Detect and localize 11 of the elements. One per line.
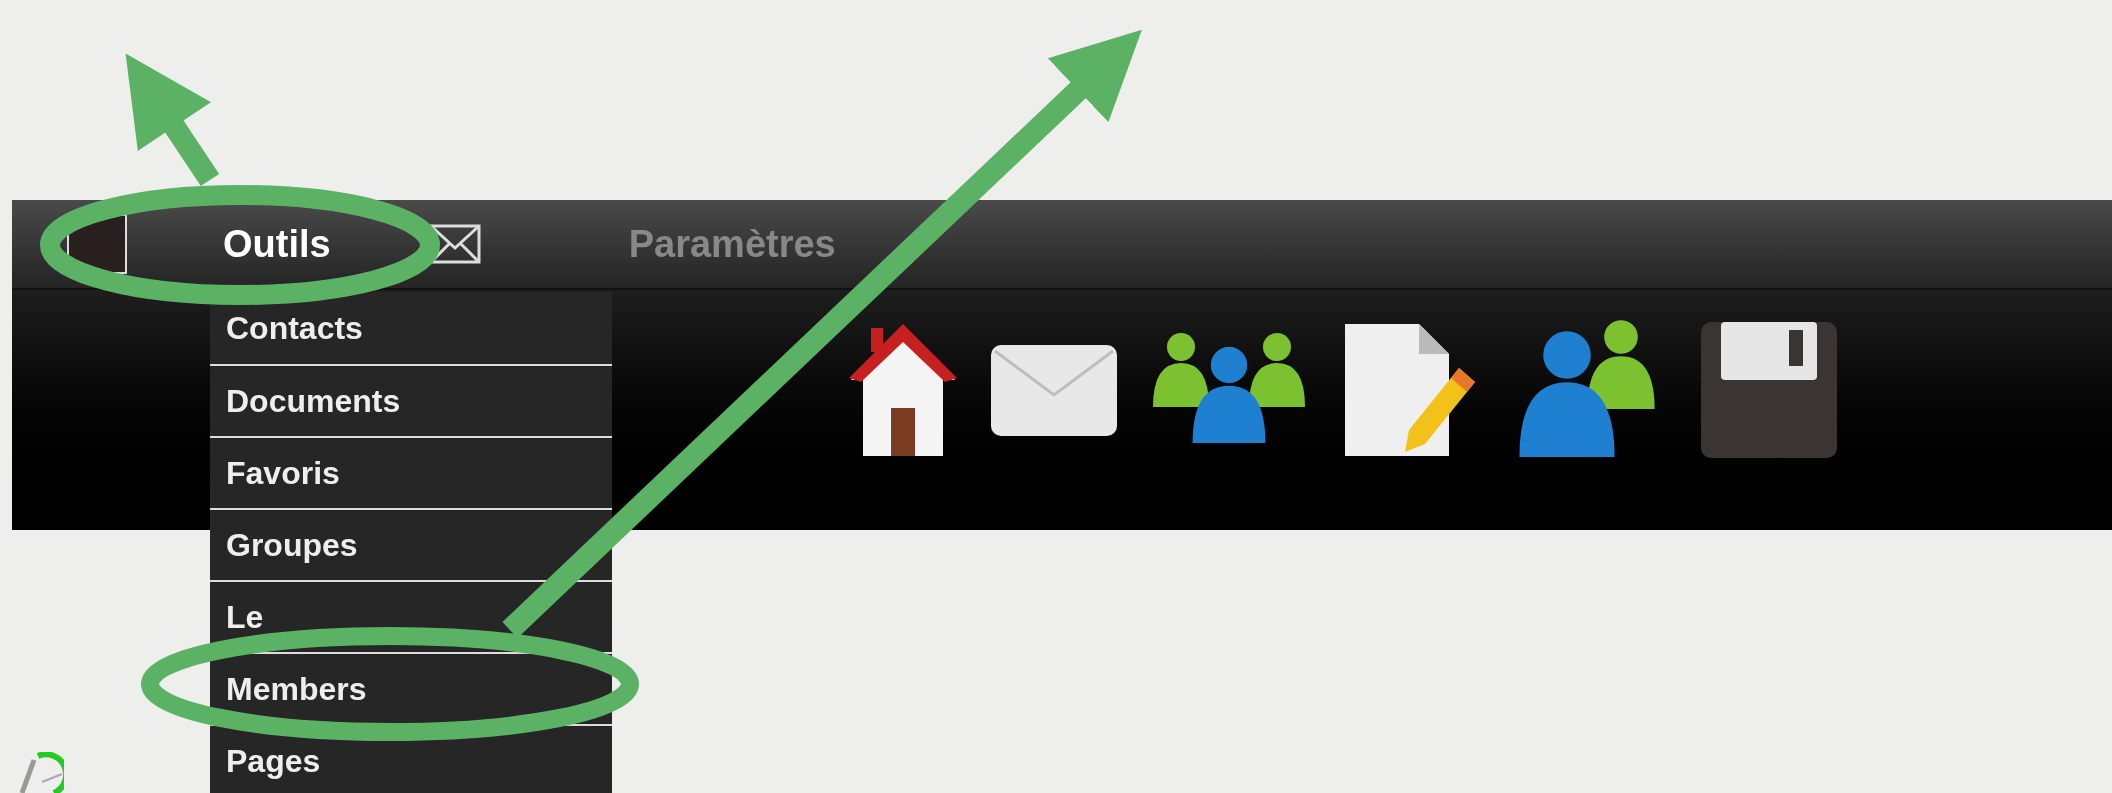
save-icon[interactable]: [1699, 320, 1839, 460]
menu-item[interactable]: Documents: [210, 364, 612, 436]
menu-item[interactable]: Contacts: [210, 292, 612, 364]
menu-item[interactable]: Le: [210, 580, 612, 652]
menu-item[interactable]: Favoris: [210, 436, 612, 508]
mail-icon[interactable]: [428, 224, 481, 264]
menu-button[interactable]: Outils: [215, 215, 339, 273]
envelope-icon[interactable]: [989, 342, 1119, 438]
menu-item[interactable]: Pages: [210, 724, 612, 793]
menu-item[interactable]: Groupes: [210, 508, 612, 580]
menu-item[interactable]: Members: [210, 652, 612, 724]
